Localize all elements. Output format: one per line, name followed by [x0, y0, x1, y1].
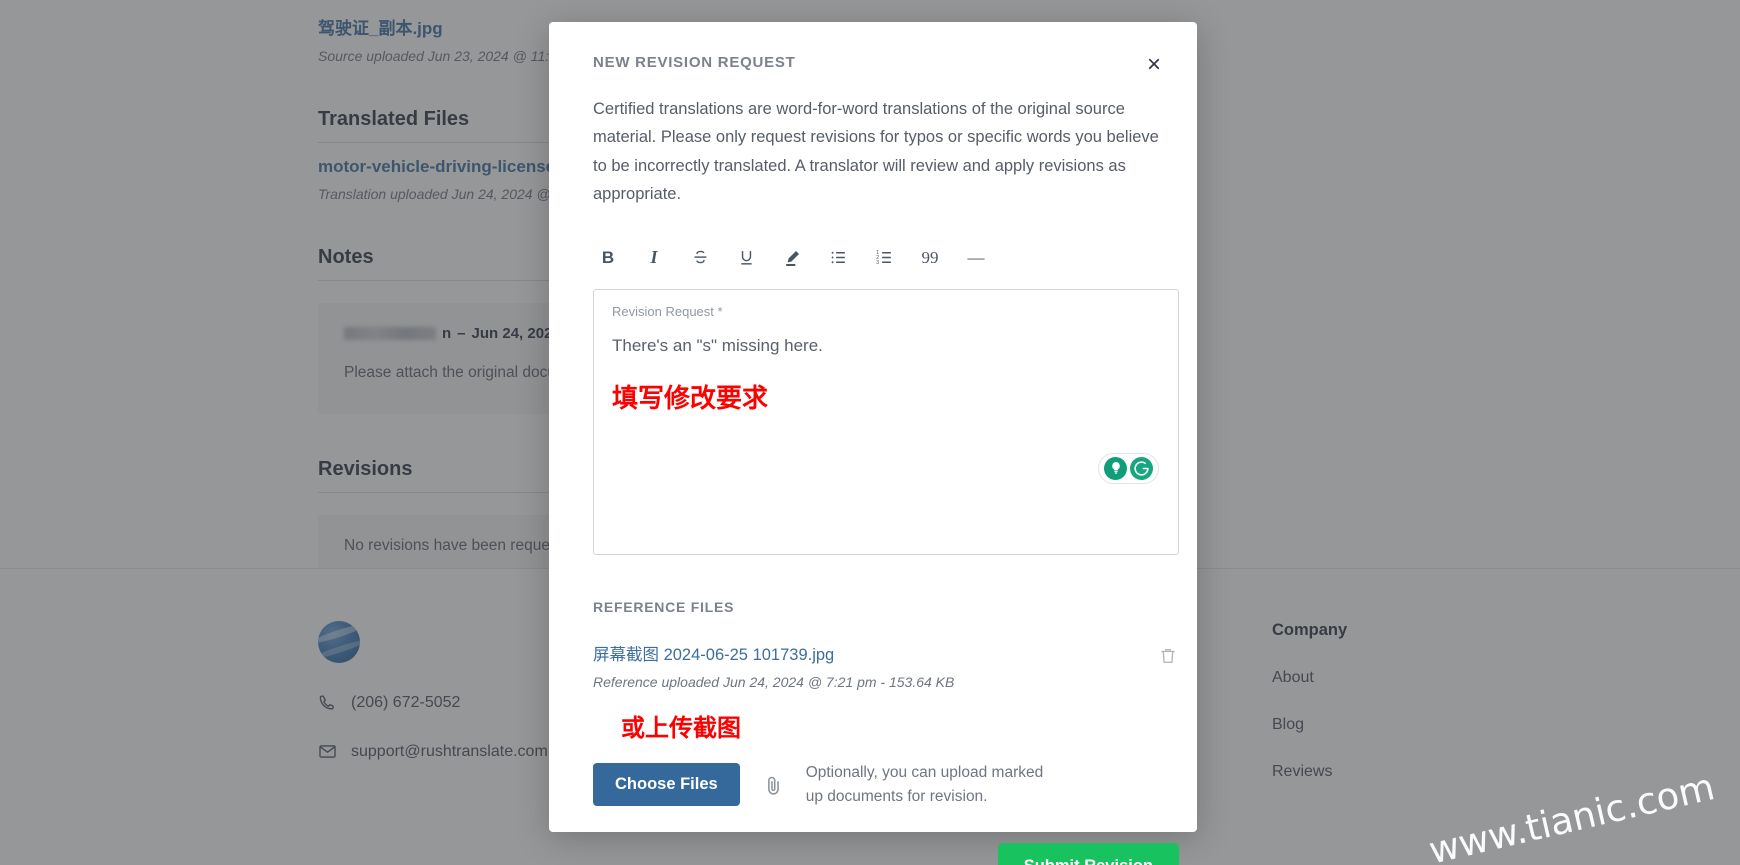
reference-file-row: 屏幕截图 2024-06-25 101739.jpg Reference upl… — [593, 641, 1179, 690]
revision-request-value: There's an "s" missing here. — [612, 335, 823, 355]
lightbulb-icon[interactable] — [1104, 456, 1127, 480]
modal-title: NEW REVISION REQUEST — [593, 54, 796, 71]
upload-row: Choose Files Optionally, you can upload … — [593, 761, 1153, 809]
horizontal-rule-icon[interactable]: — — [961, 243, 991, 273]
underline-icon[interactable] — [731, 243, 761, 273]
blockquote-icon[interactable]: 99 — [915, 243, 945, 273]
reference-files-title: REFERENCE FILES — [593, 598, 735, 615]
grammarly-widget[interactable] — [1098, 452, 1159, 484]
submit-row: Submit Revision — [593, 842, 1179, 865]
screen: 驾驶证_副本.jpg Source uploaded Jun 23, 2024 … — [0, 0, 1740, 865]
svg-text:3: 3 — [876, 260, 879, 266]
upload-hint: Optionally, you can upload marked up doc… — [805, 763, 1044, 805]
close-icon[interactable]: × — [1141, 52, 1167, 78]
strikethrough-icon[interactable] — [685, 243, 715, 273]
submit-revision-button[interactable]: Submit Revision — [997, 842, 1179, 865]
modal-description: Certified translations are word-for-word… — [593, 100, 1159, 204]
choose-files-button[interactable]: Choose Files — [593, 763, 740, 807]
revision-request-label: Revision Request * — [612, 303, 723, 319]
italic-icon[interactable]: I — [639, 243, 669, 273]
upload-annotation: 或上传截图 — [621, 713, 741, 742]
trash-icon[interactable] — [1157, 646, 1179, 668]
bold-icon[interactable]: B — [593, 243, 623, 273]
numbered-list-icon[interactable]: 1 2 3 — [869, 243, 899, 273]
revision-request-field[interactable]: Revision Request * There's an "s" missin… — [593, 288, 1179, 555]
editor-toolbar: B I 1 2 3 99 — — [593, 241, 1153, 275]
paperclip-icon — [767, 776, 779, 795]
reference-file-meta: Reference uploaded Jun 24, 2024 @ 7:21 p… — [593, 673, 955, 690]
new-revision-request-modal: NEW REVISION REQUEST × Certified transla… — [549, 22, 1197, 865]
bullet-list-icon[interactable] — [823, 243, 853, 273]
grammarly-logo-icon[interactable] — [1130, 456, 1153, 480]
editor-annotation: 填写修改要求 — [612, 383, 769, 414]
highlighter-icon[interactable] — [777, 243, 807, 273]
reference-file-link[interactable]: 屏幕截图 2024-06-25 101739.jpg — [593, 641, 1179, 665]
